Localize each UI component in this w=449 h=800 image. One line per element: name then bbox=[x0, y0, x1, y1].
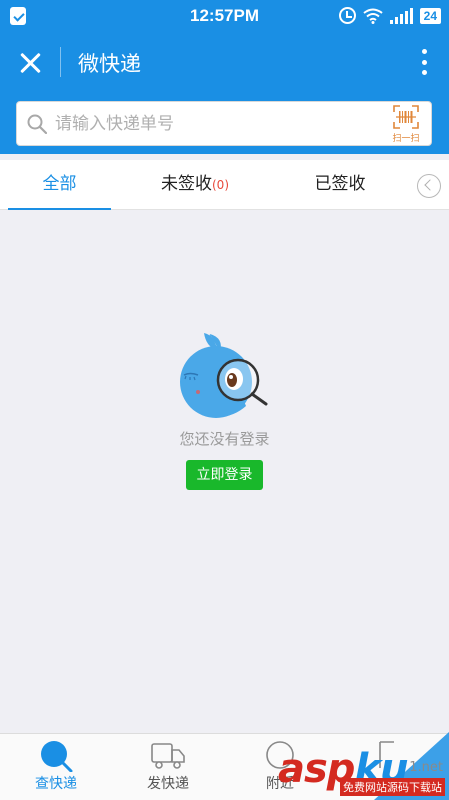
nav-label-send-parcel: 发快递 bbox=[147, 776, 189, 792]
nav-label-search-parcel: 查快递 bbox=[35, 776, 77, 792]
wifi-icon bbox=[363, 8, 383, 24]
tab-signed[interactable]: 已签收 bbox=[290, 160, 390, 210]
tab-all[interactable]: 全部 bbox=[8, 160, 111, 210]
status-bar: 12:57PM 24 bbox=[0, 0, 449, 33]
search-box: 扫一扫 bbox=[16, 101, 432, 146]
close-icon[interactable] bbox=[18, 51, 42, 75]
tab-signed-label: 已签收 bbox=[314, 174, 366, 194]
watermark-logo: aspku 1.net 免费网站源码下载站 bbox=[268, 718, 449, 800]
search-bar: 扫一扫 bbox=[0, 91, 449, 154]
tracking-number-input[interactable] bbox=[55, 110, 385, 138]
search-icon bbox=[27, 114, 47, 134]
tab-all-label: 全部 bbox=[42, 174, 77, 194]
empty-state-message: 您还没有登录 bbox=[179, 430, 270, 448]
login-button[interactable]: 立即登录 bbox=[186, 460, 263, 490]
watermark-caption: 免费网站源码下载站 bbox=[340, 778, 445, 796]
battery-icon: 24 bbox=[419, 7, 441, 24]
nav-item-send-parcel[interactable]: 发快递 bbox=[112, 734, 224, 800]
tab-unsigned-label: 未签收 bbox=[161, 174, 212, 194]
page-title: 微快递 bbox=[78, 52, 141, 76]
scan-label: 扫一扫 bbox=[392, 134, 420, 144]
tab-unsigned-count: (0) bbox=[212, 178, 229, 192]
search-parcel-icon bbox=[41, 741, 73, 772]
mascot-magnifier-icon bbox=[180, 333, 268, 418]
nav-item-search-parcel[interactable]: 查快递 bbox=[0, 734, 112, 800]
tab-scroll-left-icon[interactable] bbox=[417, 174, 441, 198]
alarm-icon bbox=[338, 7, 356, 24]
barcode-scan-icon bbox=[393, 105, 419, 129]
status-icons: 24 bbox=[338, 7, 441, 24]
app-bar: 微快递 bbox=[0, 33, 449, 91]
scan-button[interactable]: 扫一扫 bbox=[389, 105, 423, 144]
watermark-domain: 1.net bbox=[409, 760, 443, 775]
delivery-truck-icon bbox=[151, 743, 185, 769]
tab-bar: 全部 未签收(0) 已签收 bbox=[0, 160, 449, 210]
signal-icon bbox=[389, 7, 413, 24]
app-bar-divider bbox=[60, 47, 61, 77]
tab-unsigned[interactable]: 未签收(0) bbox=[140, 160, 250, 210]
more-icon[interactable] bbox=[421, 49, 427, 75]
